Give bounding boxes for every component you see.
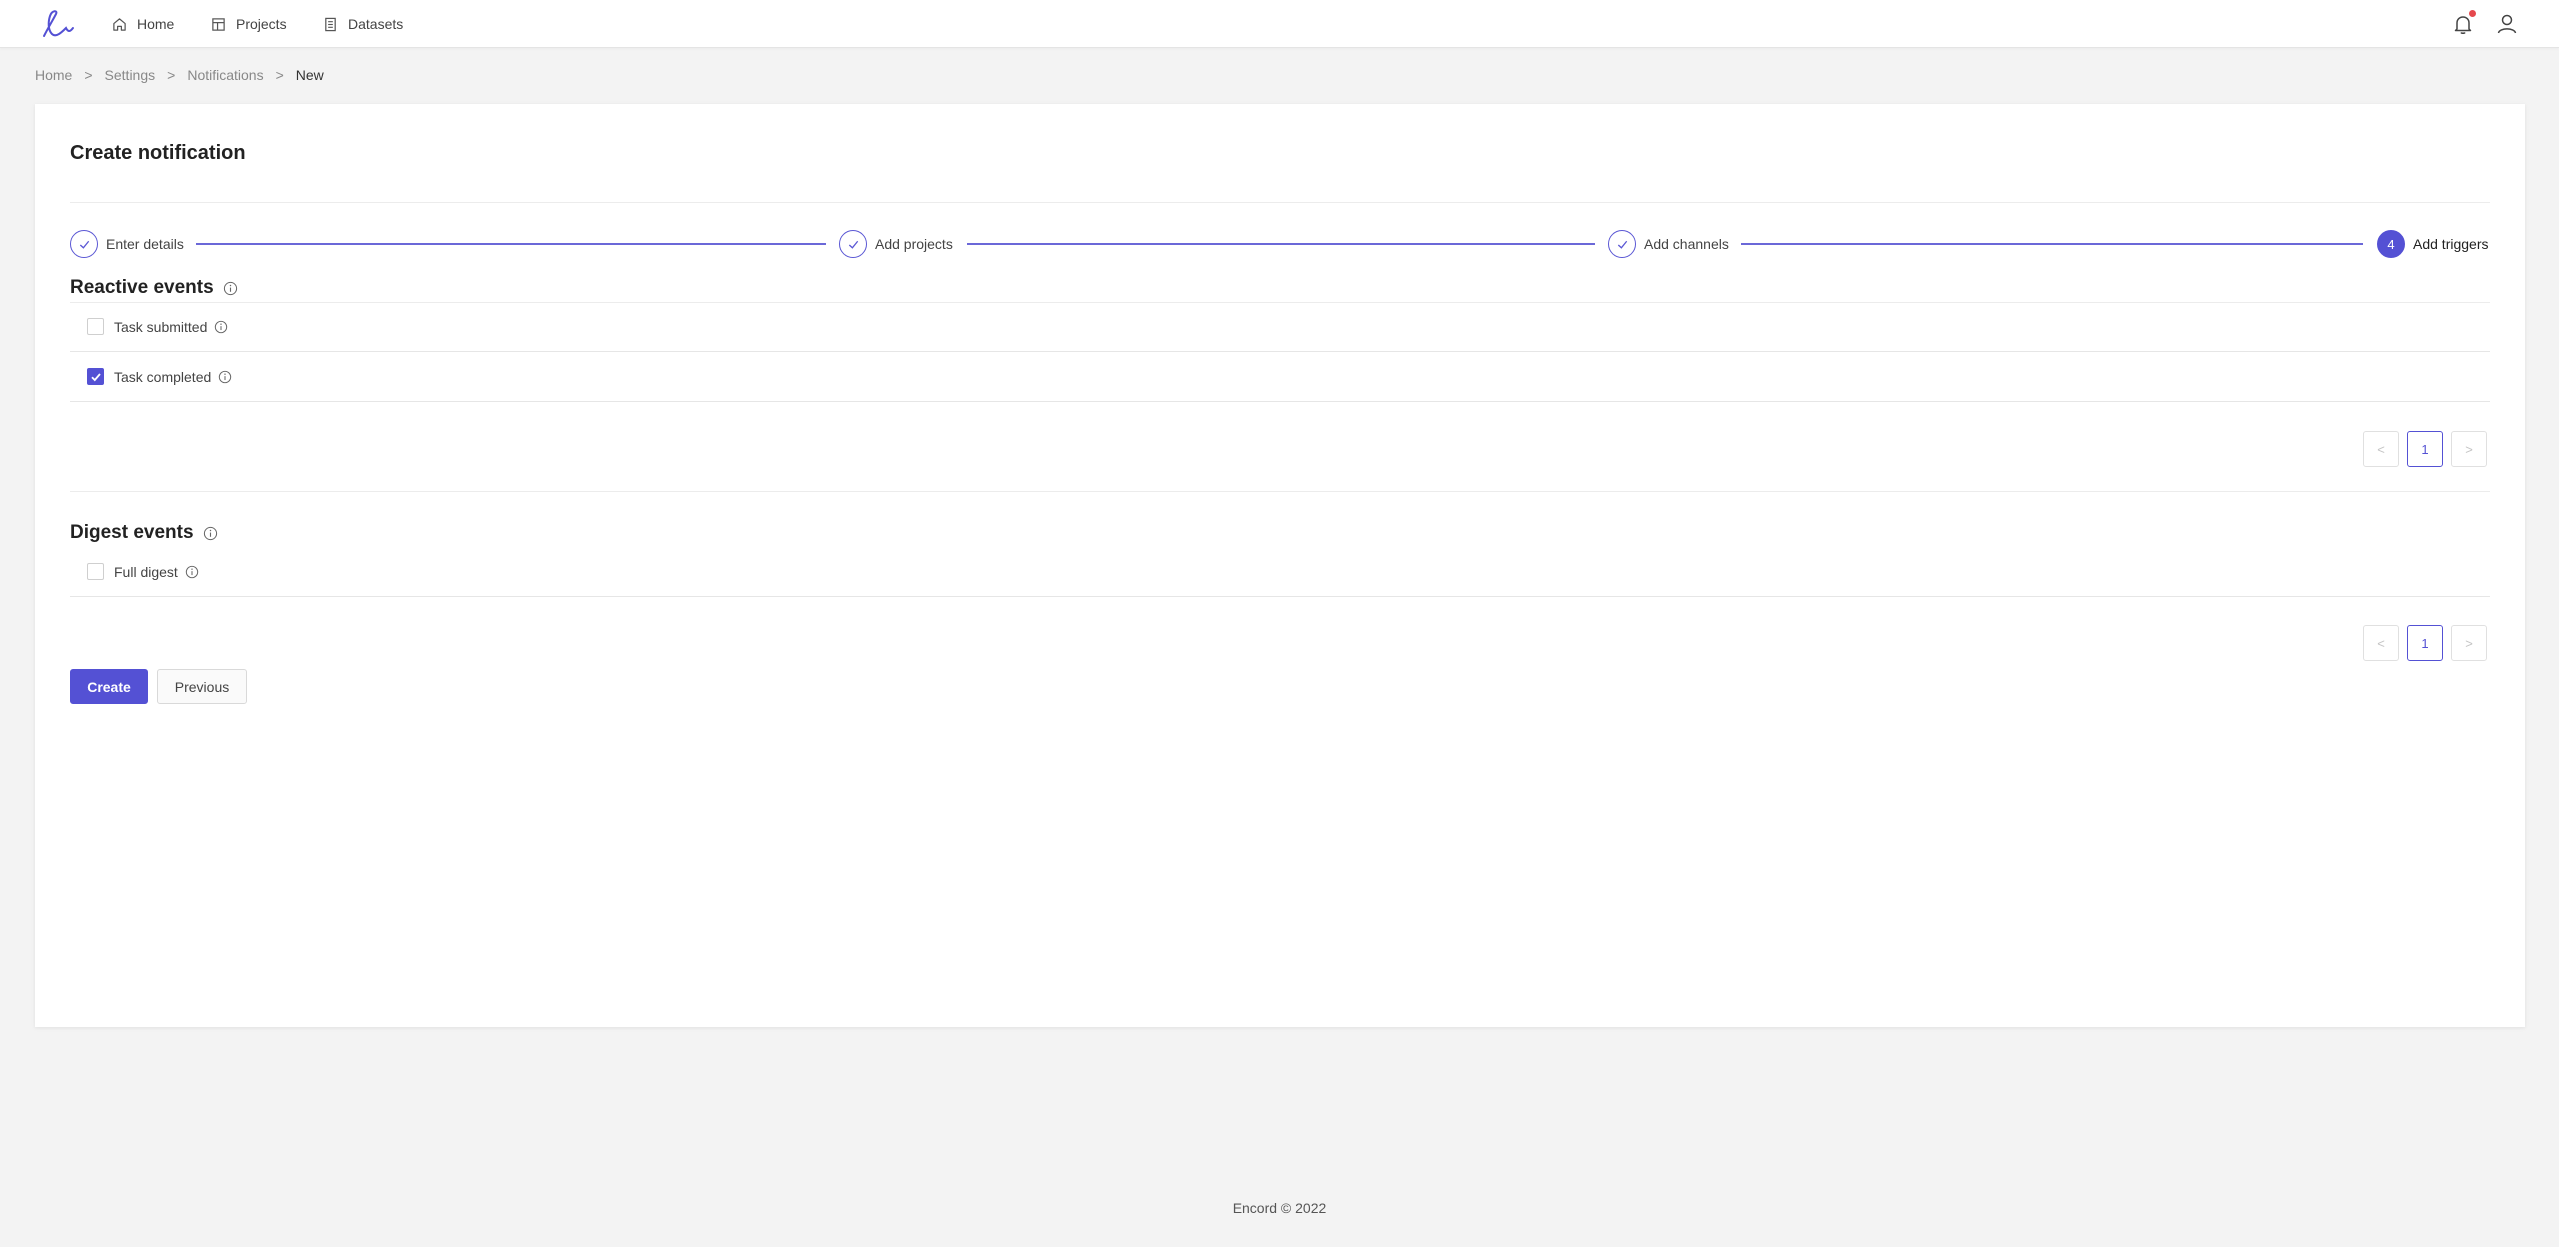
info-icon[interactable] [218,370,232,384]
full-digest-label: Full digest [114,563,178,580]
task-submitted-checkbox[interactable] [87,318,104,335]
step-connector [196,243,826,245]
step-connector [967,243,1595,245]
create-button[interactable]: Create [70,669,148,704]
step-connector [1741,243,2363,245]
step-done-circle [70,230,98,258]
info-icon[interactable] [223,281,238,296]
pagination-next-button[interactable]: > [2451,431,2487,467]
encord-logo-icon[interactable] [38,8,76,40]
full-digest-checkbox[interactable] [87,563,104,580]
page-title: Create notification [70,142,246,164]
step-label: Add triggers [2413,236,2489,252]
user-icon[interactable] [2495,12,2519,36]
check-icon [79,240,89,249]
datasets-icon [325,17,336,31]
nav-datasets-label: Datasets [348,16,404,32]
nav-projects[interactable]: Projects [211,0,287,48]
check-icon [90,372,101,381]
step-add-projects[interactable]: Add projects [839,230,953,258]
step-active-circle: 4 [2377,230,2405,258]
digest-events-title: Digest events [70,522,218,544]
step-done-circle [839,230,867,258]
breadcrumb-new: New [295,67,324,83]
breadcrumb-separator: > [167,67,176,83]
step-add-triggers[interactable]: 4 Add triggers [2377,230,2488,258]
nav-home[interactable]: Home [112,0,174,48]
step-done-circle [1608,230,1636,258]
breadcrumb-home[interactable]: Home [35,67,72,83]
list-item: Task completed [70,352,2490,402]
nav-home-label: Home [137,16,175,32]
previous-button[interactable]: Previous [157,669,247,704]
projects-icon [212,17,225,31]
step-add-channels[interactable]: Add channels [1608,230,1729,258]
reactive-pagination: < 1 > [2355,431,2487,467]
task-submitted-label: Task submitted [114,318,208,335]
task-completed-label: Task completed [114,368,212,385]
breadcrumb: Home > Settings > Notifications > New [35,67,324,83]
reactive-events-heading: Reactive events [70,277,214,298]
pagination-prev-button[interactable]: < [2363,625,2399,661]
pagination-page-1[interactable]: 1 [2407,625,2443,661]
pagination-prev-button[interactable]: < [2363,431,2399,467]
step-label: Enter details [106,236,184,252]
notification-dot [2469,10,2476,17]
task-completed-checkbox[interactable] [87,368,104,385]
digest-events-heading: Digest events [70,522,194,543]
step-label: Add projects [875,236,953,252]
home-icon [113,17,126,31]
step-label: Add channels [1644,236,1729,252]
info-icon[interactable] [203,526,218,541]
info-icon[interactable] [214,320,228,334]
digest-pagination: < 1 > [2355,625,2487,661]
section-divider [70,491,2490,492]
create-notification-card: Create notification Enter details Add pr… [35,104,2525,1027]
reactive-events-title: Reactive events [70,277,238,299]
breadcrumb-separator: > [84,67,93,83]
breadcrumb-settings[interactable]: Settings [105,67,156,83]
list-item: Task submitted [70,302,2490,352]
list-item: Full digest [70,547,2490,597]
step-enter-details[interactable]: Enter details [70,230,184,258]
row-divider [70,302,2490,303]
top-navbar: Home Projects Datasets [0,0,2559,48]
nav-projects-label: Projects [236,16,287,32]
info-icon[interactable] [185,565,199,579]
nav-datasets[interactable]: Datasets [323,0,403,48]
pagination-page-1[interactable]: 1 [2407,431,2443,467]
title-divider [70,202,2490,203]
check-icon [848,240,858,249]
breadcrumb-separator: > [275,67,284,83]
breadcrumb-notifications[interactable]: Notifications [187,67,263,83]
footer-copyright: Encord © 2022 [1232,1200,1327,1216]
check-icon [1617,240,1627,249]
pagination-next-button[interactable]: > [2451,625,2487,661]
